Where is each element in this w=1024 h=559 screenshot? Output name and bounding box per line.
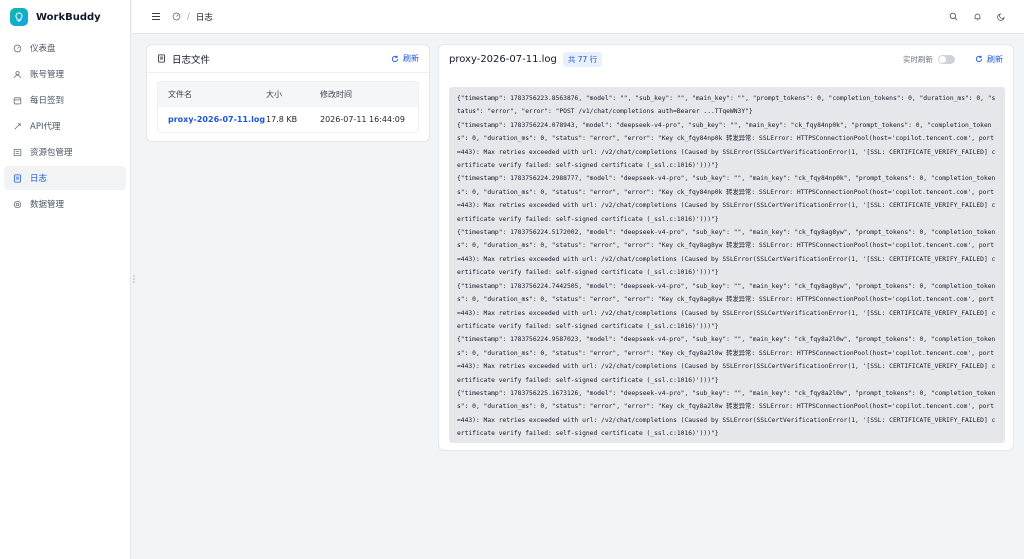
log-viewer-header: proxy-2026-07-11.log 共 77 行 实时刷新 刷新 (439, 45, 1013, 73)
sidebar-item-accounts[interactable]: 账号管理 (4, 62, 126, 86)
refresh-icon (975, 55, 983, 63)
sidebar-item-logs[interactable]: 日志 (4, 166, 126, 190)
sidebar: WorkBuddy 仪表盘 账号管理 每日签到 API代理 资源包管理 日志 数… (0, 0, 131, 559)
moon-icon[interactable] (996, 12, 1006, 22)
column-header-size: 大小 (266, 90, 282, 99)
table-row[interactable]: proxy-2026-07-11.log 17.8 KB 2026-07-11 … (158, 107, 418, 132)
breadcrumb-separator: / (187, 11, 190, 22)
sidebar-item-api-proxy[interactable]: API代理 (4, 114, 126, 138)
brand[interactable]: WorkBuddy (0, 0, 130, 34)
table-header-row: 文件名 大小 修改时间 (158, 82, 418, 107)
column-header-name: 文件名 (168, 90, 192, 99)
log-file-title: proxy-2026-07-11.log (449, 53, 557, 65)
breadcrumb: / 日志 (172, 11, 213, 23)
app-logo-icon (10, 8, 28, 26)
sidebar-item-label: API代理 (30, 122, 61, 132)
line-count-badge: 共 77 行 (562, 51, 603, 67)
live-refresh-control: 实时刷新 (903, 54, 955, 65)
sidebar-resize-handle[interactable] (131, 272, 136, 286)
column-header-modified: 修改时间 (320, 90, 352, 99)
dashboard-icon (12, 43, 22, 53)
sidebar-item-label: 日志 (30, 174, 48, 184)
breadcrumb-current: 日志 (195, 12, 213, 23)
log-files-table: 文件名 大小 修改时间 proxy-2026-07-11.log 17.8 KB… (157, 81, 419, 133)
app-name: WorkBuddy (36, 11, 101, 23)
sidebar-item-packages[interactable]: 资源包管理 (4, 140, 126, 164)
bell-icon[interactable] (972, 12, 982, 22)
sidebar-item-label: 仪表盘 (30, 44, 56, 54)
sidebar-nav: 仪表盘 账号管理 每日签到 API代理 资源包管理 日志 数据管理 (0, 36, 130, 216)
file-icon (157, 54, 166, 63)
file-modified: 2026-07-11 16:44:09 (320, 115, 405, 124)
search-icon[interactable] (948, 12, 958, 22)
sidebar-item-label: 账号管理 (30, 70, 65, 80)
sidebar-item-label: 数据管理 (30, 200, 65, 210)
log-files-title: 日志文件 (157, 52, 210, 66)
refresh-icon (391, 55, 399, 63)
live-refresh-label: 实时刷新 (903, 54, 933, 64)
sidebar-item-label: 每日签到 (30, 96, 65, 106)
live-refresh-toggle[interactable] (938, 54, 955, 64)
log-viewer-card: proxy-2026-07-11.log 共 77 行 实时刷新 刷新 {"ti… (438, 44, 1014, 451)
user-icon (12, 69, 22, 79)
top-bar: / 日志 (132, 0, 1024, 34)
file-size: 17.8 KB (266, 115, 298, 124)
link-icon (12, 121, 22, 131)
log-refresh-button[interactable]: 刷新 (975, 54, 1003, 65)
log-refresh-label: 刷新 (987, 54, 1003, 64)
header-actions (948, 12, 1006, 22)
sidebar-item-dashboard[interactable]: 仪表盘 (4, 36, 126, 60)
sidebar-item-data[interactable]: 数据管理 (4, 192, 126, 216)
package-icon (12, 147, 22, 157)
sidebar-item-checkin[interactable]: 每日签到 (4, 88, 126, 112)
log-files-title-text: 日志文件 (172, 54, 211, 66)
file-name-link[interactable]: proxy-2026-07-11.log (158, 115, 266, 124)
menu-icon[interactable] (150, 11, 162, 23)
files-refresh-label: 刷新 (403, 54, 419, 63)
files-refresh-button[interactable]: 刷新 (391, 53, 419, 64)
log-files-header: 日志文件 刷新 (147, 45, 429, 73)
calendar-icon (12, 95, 22, 105)
log-content: {"timestamp": 1783756223.8563876, "model… (457, 95, 996, 438)
log-files-card: 日志文件 刷新 文件名 大小 修改时间 proxy-2026-07-11.log… (146, 44, 430, 142)
log-content-box[interactable]: {"timestamp": 1783756223.8563876, "model… (449, 87, 1005, 443)
database-icon (12, 199, 22, 209)
home-icon[interactable] (172, 12, 181, 21)
log-icon (12, 173, 22, 183)
sidebar-item-label: 资源包管理 (30, 148, 73, 158)
